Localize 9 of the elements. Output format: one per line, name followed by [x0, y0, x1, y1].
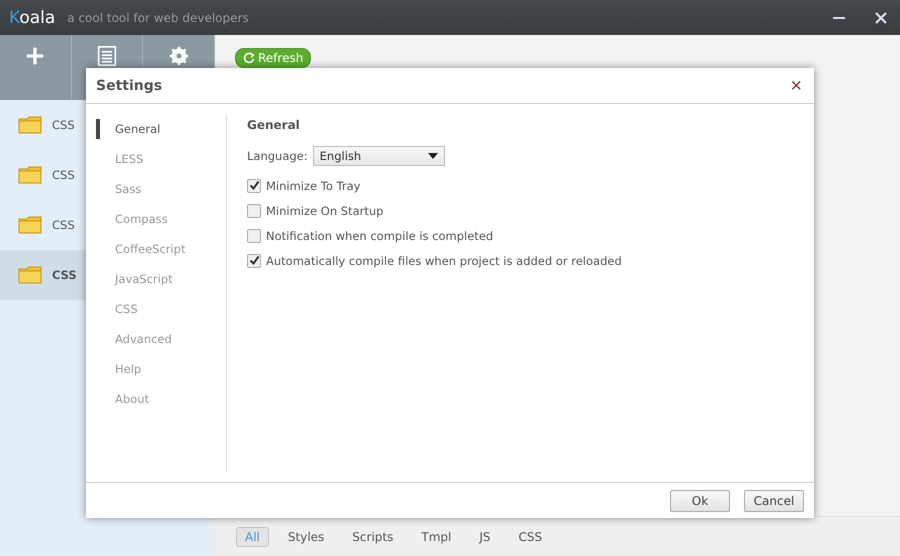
checkbox-label: Minimize On Startup [266, 204, 384, 218]
checkbox-label: Minimize To Tray [266, 178, 360, 192]
checkbox-label: Notification when compile is completed [266, 228, 494, 242]
app-tagline: a cool tool for web developers [67, 10, 249, 24]
app-logo: Koala [9, 8, 56, 28]
dialog-title: Settings [96, 78, 162, 94]
checkbox-label: Automatically compile files when project is added or reloaded [266, 254, 622, 268]
language-label: Language: [247, 149, 308, 163]
section-heading: General [247, 118, 301, 132]
